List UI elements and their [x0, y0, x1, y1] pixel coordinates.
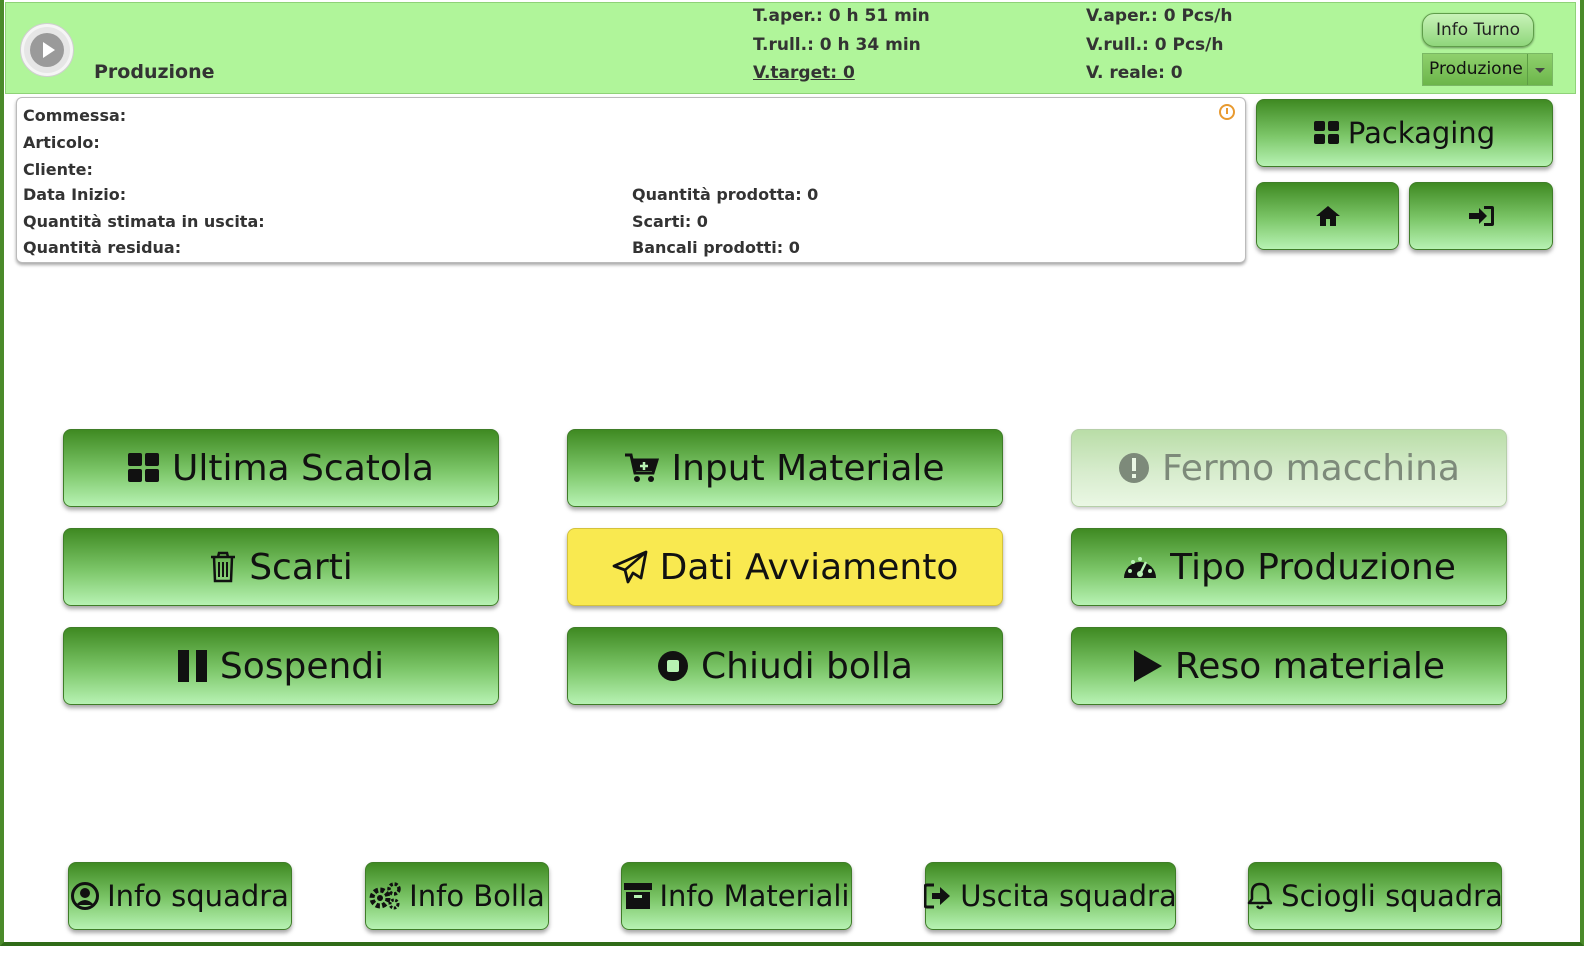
- qta-residua-label: Quantità residua:: [23, 238, 182, 257]
- ultima-scatola-label: Ultima Scatola: [172, 447, 434, 489]
- packaging-label: Packaging: [1347, 116, 1496, 150]
- home-icon: [1315, 205, 1341, 227]
- v-aper: V.aper.: 0 Pcs/h: [1086, 6, 1233, 26]
- qta-prodotta: Quantità prodotta: 0: [632, 185, 819, 204]
- cart-plus-icon: [625, 453, 660, 483]
- info-squadra-label: Info squadra: [107, 879, 289, 913]
- articolo-label: Articolo:: [23, 133, 100, 152]
- history-icon[interactable]: [1219, 104, 1235, 120]
- tipo-produzione-label: Tipo Produzione: [1170, 546, 1456, 588]
- ultima-scatola-button[interactable]: Ultima Scatola: [63, 429, 499, 507]
- input-materiale-label: Input Materiale: [671, 447, 945, 489]
- uscita-squadra-button[interactable]: Uscita squadra: [924, 862, 1177, 930]
- sciogli-squadra-button[interactable]: Sciogli squadra: [1247, 862, 1503, 930]
- play-icon: [1133, 650, 1163, 682]
- qta-stimata-label: Quantità stimata in uscita:: [23, 212, 265, 231]
- info-materiali-button[interactable]: Info Materiali: [621, 862, 852, 930]
- scarti-label: Scarti: [249, 546, 353, 588]
- exclamation-circle-icon: [1118, 452, 1150, 484]
- sospendi-button[interactable]: Sospendi: [63, 627, 499, 705]
- grid-icon: [128, 453, 160, 483]
- stop-circle-icon: [657, 650, 689, 682]
- bell-icon: [1247, 882, 1273, 910]
- info-bolla-button[interactable]: Info Bolla: [365, 862, 549, 930]
- dati-avviamento-button[interactable]: Dati Avviamento: [567, 528, 1003, 606]
- user-circle-icon: [71, 882, 100, 910]
- tachometer-icon: [1122, 552, 1158, 582]
- info-turno-button[interactable]: Info Turno: [1422, 13, 1534, 47]
- dati-avviamento-label: Dati Avviamento: [659, 546, 959, 588]
- tipo-produzione-button[interactable]: Tipo Produzione: [1071, 528, 1507, 606]
- paper-plane-icon: [612, 550, 648, 584]
- order-info-panel: Commessa: Articolo: Cliente: Data Inizio…: [16, 97, 1246, 263]
- sciogli-squadra-label: Sciogli squadra: [1281, 879, 1503, 913]
- t-rull: T.rull.: 0 h 34 min: [753, 35, 921, 55]
- info-materiali-label: Info Materiali: [659, 879, 850, 913]
- home-button[interactable]: [1256, 182, 1399, 250]
- chevron-down-icon[interactable]: [1527, 54, 1552, 85]
- login-button[interactable]: [1409, 182, 1553, 250]
- reso-materiale-label: Reso materiale: [1174, 645, 1446, 687]
- pause-icon: [177, 650, 208, 682]
- mode-select[interactable]: Produzione: [1422, 53, 1553, 86]
- sospendi-label: Sospendi: [219, 645, 385, 687]
- scarti-count: Scarti: 0: [632, 212, 708, 231]
- mode-select-value: Produzione: [1429, 59, 1523, 79]
- bancali-count: Bancali prodotti: 0: [632, 238, 800, 257]
- packaging-button[interactable]: Packaging: [1256, 99, 1553, 167]
- reso-materiale-button[interactable]: Reso materiale: [1071, 627, 1507, 705]
- info-squadra-button[interactable]: Info squadra: [68, 862, 292, 930]
- sign-in-icon: [1467, 205, 1495, 227]
- status-header: Produzione T.aper.: 0 h 51 min T.rull.: …: [5, 2, 1576, 94]
- trash-icon: [209, 551, 237, 583]
- input-materiale-button[interactable]: Input Materiale: [567, 429, 1003, 507]
- v-rull: V.rull.: 0 Pcs/h: [1086, 35, 1224, 55]
- v-target-link[interactable]: V.target: 0: [753, 63, 855, 83]
- play-button[interactable]: [20, 23, 74, 77]
- fermo-macchina-label: Fermo macchina: [1161, 447, 1460, 489]
- page-title: Produzione: [94, 61, 215, 83]
- scarti-button[interactable]: Scarti: [63, 528, 499, 606]
- gears-icon: [369, 882, 401, 910]
- sign-out-icon: [924, 883, 952, 909]
- cliente-label: Cliente:: [23, 160, 93, 179]
- uscita-squadra-label: Uscita squadra: [960, 879, 1177, 913]
- data-inizio-label: Data Inizio:: [23, 185, 127, 204]
- chiudi-bolla-label: Chiudi bolla: [700, 645, 913, 687]
- info-bolla-label: Info Bolla: [409, 879, 545, 913]
- grid-icon: [1313, 121, 1340, 145]
- commessa-label: Commessa:: [23, 106, 127, 125]
- chiudi-bolla-button[interactable]: Chiudi bolla: [567, 627, 1003, 705]
- t-aper: T.aper.: 0 h 51 min: [753, 6, 930, 26]
- archive-icon: [623, 883, 652, 909]
- v-reale: V. reale: 0: [1086, 63, 1183, 83]
- fermo-macchina-button[interactable]: Fermo macchina: [1071, 429, 1507, 507]
- play-icon: [30, 33, 64, 67]
